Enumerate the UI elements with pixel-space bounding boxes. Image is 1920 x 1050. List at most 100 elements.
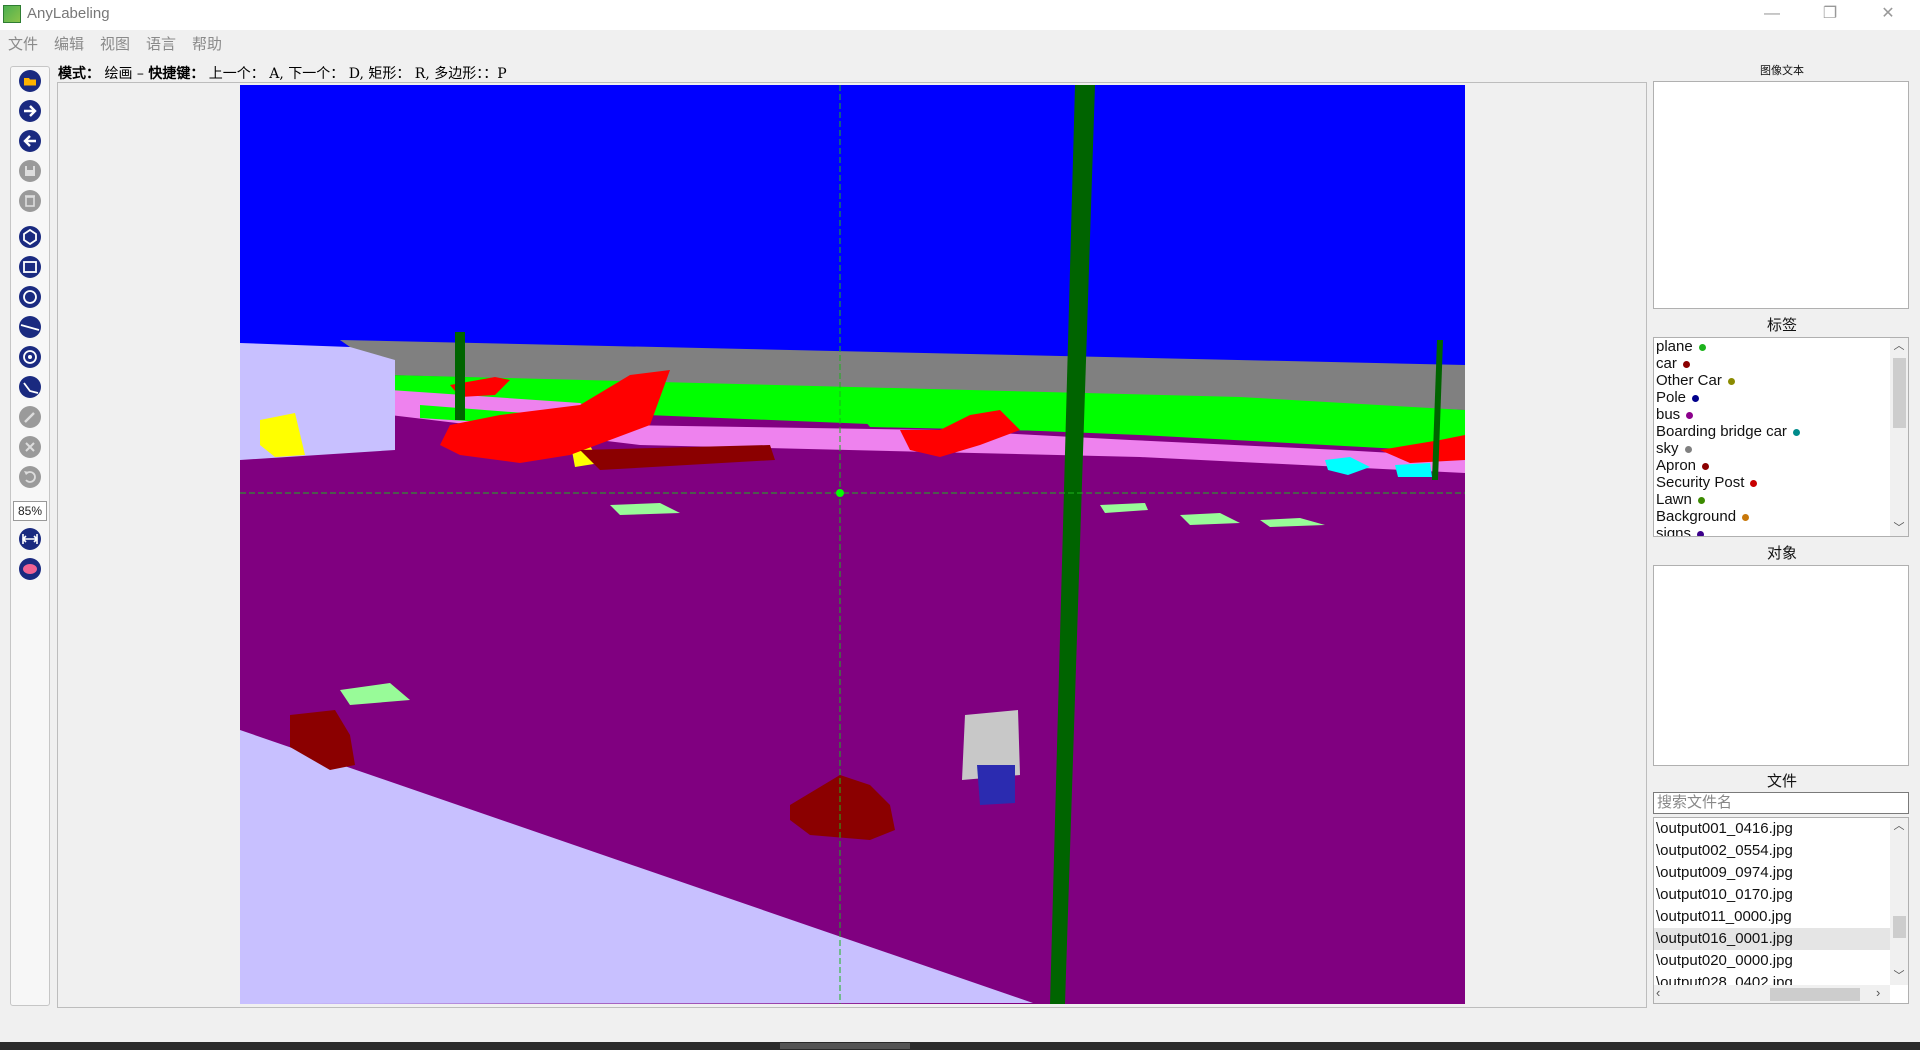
point-icon[interactable] [18, 345, 42, 369]
label-color-dot [1682, 360, 1690, 368]
label-item[interactable]: Boarding bridge car [1654, 423, 1908, 440]
taskbar-edge [0, 1042, 1920, 1050]
brain-icon[interactable] [18, 557, 42, 581]
label-name: Background [1656, 508, 1737, 525]
delete-shape-icon[interactable] [18, 435, 42, 459]
save-icon[interactable] [18, 159, 42, 183]
polygon-icon[interactable] [18, 225, 42, 249]
taskbar-handle [780, 1043, 910, 1049]
linestrip-icon[interactable] [18, 375, 42, 399]
menu-help[interactable]: 帮助 [192, 33, 222, 54]
hscroll-thumb[interactable] [1770, 988, 1860, 1001]
menu-file[interactable]: 文件 [8, 33, 38, 54]
label-name: signs [1656, 525, 1692, 537]
label-name: Boarding bridge car [1656, 423, 1787, 440]
menu-edit[interactable]: 编辑 [54, 33, 84, 54]
scroll-up-icon[interactable]: ︿ [1890, 338, 1908, 354]
label-color-dot [1702, 462, 1710, 470]
file-list-item[interactable]: \output009_0974.jpg [1654, 862, 1908, 884]
file-list-item[interactable]: \output002_0554.jpg [1654, 840, 1908, 862]
label-item[interactable]: Apron [1654, 457, 1908, 474]
scroll-down-icon[interactable]: ﹀ [1890, 520, 1908, 536]
scroll-down-icon[interactable]: ﹀ [1890, 968, 1908, 984]
label-name: Other Car [1656, 372, 1722, 389]
label-color-dot [1698, 343, 1706, 351]
open-folder-icon[interactable] [18, 69, 42, 93]
shortcut-hint: 模式： 绘画 – 快捷键： 上一个： A, 下一个： D, 矩形： R, 多边形… [58, 63, 507, 83]
label-name: car [1656, 355, 1677, 372]
label-item[interactable]: car [1654, 355, 1908, 372]
undo-icon[interactable] [18, 465, 42, 489]
minimize-button[interactable]: — [1743, 0, 1801, 30]
menu-language[interactable]: 语言 [146, 33, 176, 54]
label-item[interactable]: bus [1654, 406, 1908, 423]
rectangle-icon[interactable] [18, 255, 42, 279]
file-list-item[interactable]: \output020_0000.jpg [1654, 950, 1908, 972]
labels-scrollbar[interactable]: ︿ ﹀ [1890, 338, 1908, 536]
label-color-dot [1692, 394, 1700, 402]
next-image-icon[interactable] [18, 99, 42, 123]
menu-view[interactable]: 视图 [100, 33, 130, 54]
label-color-dot [1792, 428, 1800, 436]
title-bar: AnyLabeling — ❐ ✕ [0, 0, 1920, 30]
zoom-level-field[interactable]: 85% [13, 501, 47, 521]
label-color-dot [1727, 377, 1735, 385]
close-button[interactable]: ✕ [1859, 0, 1917, 30]
label-item[interactable]: signs [1654, 525, 1908, 537]
label-name: bus [1656, 406, 1681, 423]
image-text-box[interactable] [1653, 81, 1909, 309]
label-item[interactable]: Other Car [1654, 372, 1908, 389]
label-name: Lawn [1656, 491, 1692, 508]
label-color-dot [1697, 496, 1705, 504]
circle-icon[interactable] [18, 285, 42, 309]
label-item[interactable]: Background [1654, 508, 1908, 525]
label-item[interactable]: sky [1654, 440, 1908, 457]
file-list[interactable]: \output001_0416.jpg \output002_0554.jpg \o… [1653, 817, 1909, 1004]
restore-button[interactable]: ❐ [1801, 0, 1859, 30]
label-name: plane [1656, 338, 1693, 355]
labels-title: 标签 [1766, 317, 1797, 334]
file-list-item[interactable]: \output011_0000.jpg [1654, 906, 1908, 928]
labels-list[interactable]: plane car Other Car Pole bus Boarding bridge … [1653, 337, 1909, 537]
delete-icon[interactable] [18, 189, 42, 213]
file-search-input[interactable]: 搜索文件名 [1653, 792, 1909, 814]
window-title: AnyLabeling [27, 5, 110, 22]
objects-title: 对象 [1766, 545, 1797, 562]
label-name: Security Post [1656, 474, 1745, 491]
label-color-dot [1750, 479, 1758, 487]
left-toolbar: 85% [10, 66, 50, 1006]
edit-icon[interactable] [18, 405, 42, 429]
label-item[interactable]: plane [1654, 338, 1908, 355]
label-item[interactable]: Pole [1654, 389, 1908, 406]
label-item[interactable]: Lawn [1654, 491, 1908, 508]
shortcut-value: 上一个： A, 下一个： D, 矩形： R, 多边形：：P [204, 66, 507, 82]
files-scrollbar[interactable]: ︿ ﹀ [1890, 818, 1908, 985]
image-text-title: 图像文本 [1760, 65, 1804, 77]
label-color-dot [1684, 445, 1692, 453]
app-logo-icon [3, 5, 21, 23]
scroll-left-icon[interactable]: ‹ [1656, 985, 1660, 1000]
scroll-thumb[interactable] [1893, 916, 1906, 938]
label-name: sky [1656, 440, 1679, 457]
label-name: Apron [1656, 457, 1697, 474]
mode-label: 模式： [58, 66, 100, 82]
shortcut-label: 快捷键： [148, 66, 205, 82]
label-color-dot [1686, 411, 1694, 419]
scroll-right-icon[interactable]: › [1876, 985, 1880, 1000]
label-name: Pole [1656, 389, 1687, 406]
mode-value: 绘画 – [100, 66, 149, 82]
file-list-item[interactable]: \output016_0001.jpg [1654, 928, 1908, 950]
files-hscrollbar[interactable]: ‹ › [1654, 985, 1890, 1003]
fit-width-icon[interactable] [18, 527, 42, 551]
label-item[interactable]: Security Post [1654, 474, 1908, 491]
scroll-up-icon[interactable]: ︿ [1890, 818, 1908, 834]
prev-image-icon[interactable] [18, 129, 42, 153]
label-color-dot [1697, 530, 1705, 536]
label-color-dot [1742, 513, 1750, 521]
objects-list[interactable] [1653, 565, 1909, 766]
scroll-thumb[interactable] [1893, 358, 1906, 428]
segmentation-image[interactable] [240, 85, 1465, 1004]
file-list-item[interactable]: \output001_0416.jpg [1654, 818, 1908, 840]
line-icon[interactable] [18, 315, 42, 339]
file-list-item[interactable]: \output010_0170.jpg [1654, 884, 1908, 906]
